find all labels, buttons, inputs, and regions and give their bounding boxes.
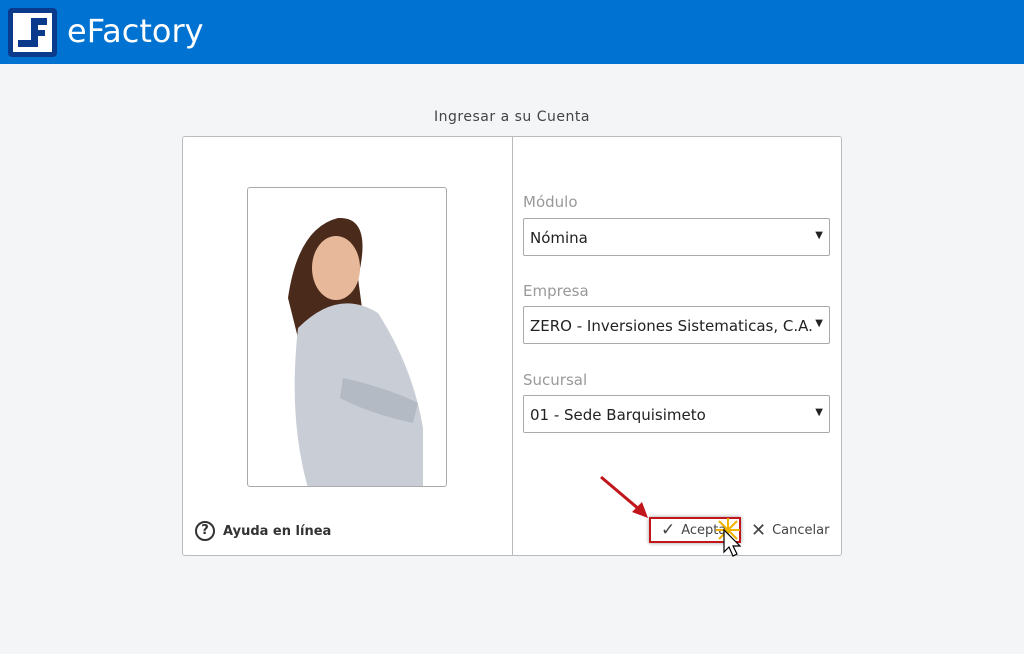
cancel-label: Cancelar	[772, 522, 830, 538]
efactory-logo	[8, 8, 57, 57]
branch-select[interactable]: 01 - Sede Barquisimeto ▼	[523, 395, 830, 433]
panel-divider	[512, 137, 513, 555]
online-help-link[interactable]: ? Ayuda en línea	[195, 521, 331, 541]
user-photo	[247, 187, 447, 487]
question-icon: ?	[195, 521, 215, 541]
company-label: Empresa	[523, 282, 589, 300]
login-title: Ingresar a su Cuenta	[434, 109, 590, 125]
company-select[interactable]: ZERO - Inversiones Sistematicas, C.A. ▼	[523, 306, 830, 344]
header-bar: eFactory	[0, 0, 1024, 64]
annotation-arrow-icon	[600, 475, 648, 518]
cancel-button[interactable]: ✕ Cancelar	[751, 517, 829, 543]
branch-label: Sucursal	[523, 371, 588, 389]
mouse-cursor-icon	[716, 518, 742, 557]
check-icon: ✓	[661, 520, 676, 540]
dropdown-arrow-icon: ▼	[813, 318, 823, 329]
close-icon: ✕	[751, 519, 767, 541]
branch-value: 01 - Sede Barquisimeto	[530, 406, 706, 424]
app-title: eFactory	[67, 12, 204, 50]
help-label: Ayuda en línea	[223, 523, 332, 539]
module-select[interactable]: Nómina ▼	[523, 218, 830, 256]
login-panel: ? Ayuda en línea Módulo Nómina ▼ Empresa…	[182, 136, 842, 556]
module-label: Módulo	[523, 193, 578, 211]
company-value: ZERO - Inversiones Sistematicas, C.A.	[530, 317, 813, 335]
module-value: Nómina	[530, 229, 588, 247]
dropdown-arrow-icon: ▼	[815, 230, 823, 241]
dropdown-arrow-icon: ▼	[815, 407, 823, 418]
